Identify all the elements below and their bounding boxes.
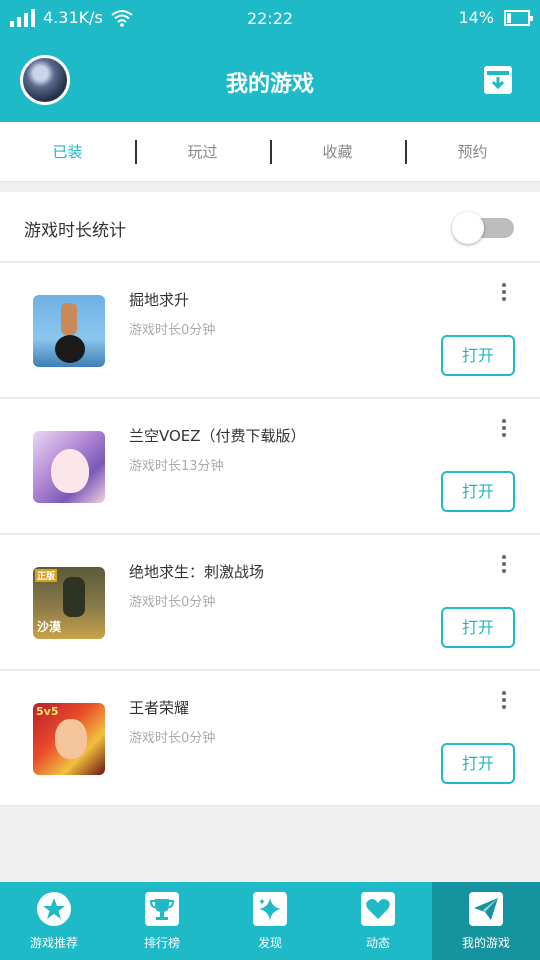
star-icon [37, 892, 71, 926]
game-playtime: 游戏时长0分钟 [129, 595, 216, 610]
nav-label: 排行榜 [143, 936, 180, 950]
nav-activity[interactable]: 动态 [324, 882, 432, 960]
tab-installed[interactable]: 已装 [0, 122, 135, 182]
bottom-nav: 游戏推荐 排行榜 发现 动态 我的游戏 [0, 882, 540, 960]
game-name: 掘地求升 [129, 291, 190, 309]
game-name: 兰空VOEZ（付费下载版） [129, 427, 306, 445]
tab-played[interactable]: 玩过 [135, 122, 270, 182]
nav-leaderboard[interactable]: 排行榜 [108, 882, 216, 960]
download-manager-button[interactable] [484, 66, 512, 94]
game-list-item: 兰空VOEZ（付费下载版） 游戏时长13分钟 打开 [0, 399, 540, 534]
open-game-button[interactable]: 打开 [441, 607, 515, 648]
game-icon[interactable]: 5v5 [33, 703, 105, 775]
nav-game-recommend[interactable]: 游戏推荐 [0, 882, 108, 960]
battery-percent: 14% [458, 8, 494, 27]
trophy-icon [145, 892, 179, 926]
sparkle-icon [253, 892, 287, 926]
heart-icon [361, 892, 395, 926]
game-name: 王者荣耀 [129, 699, 190, 717]
open-game-button[interactable]: 打开 [441, 335, 515, 376]
icon-badge-map: 沙漠 [37, 620, 62, 634]
more-options-icon[interactable] [496, 417, 512, 439]
tab-bar: 已装 玩过 收藏 预约 [0, 122, 540, 182]
status-bar: 4.31K/s 22:22 14% [0, 0, 540, 36]
more-options-icon[interactable] [496, 281, 512, 303]
page-title: 我的游戏 [225, 72, 314, 97]
nav-label: 游戏推荐 [29, 936, 78, 950]
icon-badge-mode: 5v5 [36, 705, 59, 718]
nav-label: 动态 [365, 936, 390, 950]
playtime-stats-toggle[interactable] [452, 212, 514, 244]
download-icon [487, 71, 509, 90]
icon-badge-official: 正版 [35, 569, 58, 582]
game-icon[interactable] [33, 295, 105, 367]
game-name: 绝地求生：刺激战场 [129, 563, 265, 581]
game-list-item: 正版 沙漠 绝地求生：刺激战场 游戏时长0分钟 打开 [0, 535, 540, 670]
paper-plane-icon [469, 892, 503, 926]
battery-icon [504, 9, 533, 26]
open-game-button[interactable]: 打开 [441, 471, 515, 512]
game-playtime: 游戏时长0分钟 [129, 731, 216, 746]
game-playtime: 游戏时长13分钟 [129, 459, 224, 474]
nav-label: 我的游戏 [461, 936, 510, 950]
game-icon[interactable]: 正版 沙漠 [33, 567, 105, 639]
tab-reservations[interactable]: 预约 [405, 122, 540, 182]
game-icon[interactable] [33, 431, 105, 503]
game-list-item: 掘地求升 游戏时长0分钟 打开 [0, 263, 540, 398]
playtime-stats-label: 游戏时长统计 [24, 221, 126, 241]
nav-discover[interactable]: 发现 [216, 882, 324, 960]
nav-my-games[interactable]: 我的游戏 [432, 882, 540, 960]
game-list-item: 5v5 王者荣耀 游戏时长0分钟 打开 [0, 671, 540, 806]
tab-favorites[interactable]: 收藏 [270, 122, 405, 182]
more-options-icon[interactable] [496, 553, 512, 575]
open-game-button[interactable]: 打开 [441, 743, 515, 784]
nav-label: 发现 [257, 936, 282, 950]
more-options-icon[interactable] [496, 689, 512, 711]
game-playtime: 游戏时长0分钟 [129, 323, 216, 338]
app-bar: 我的游戏 [0, 36, 540, 122]
